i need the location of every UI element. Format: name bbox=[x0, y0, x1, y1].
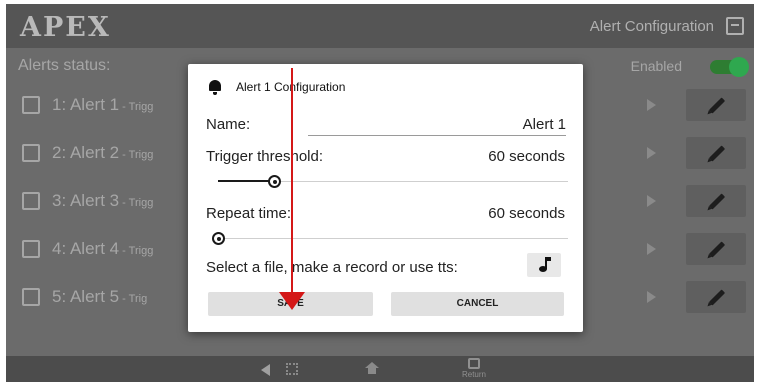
trigger-threshold-value: 60 seconds bbox=[488, 148, 565, 165]
bottom-nav-bar: Return bbox=[6, 356, 754, 382]
alert-checkbox[interactable] bbox=[22, 192, 40, 210]
return-button[interactable]: Return bbox=[454, 356, 494, 382]
slider-thumb[interactable] bbox=[212, 232, 225, 245]
slider-thumb[interactable] bbox=[268, 175, 281, 188]
alert-label: 3: Alert 3 - Trigg bbox=[52, 191, 154, 210]
select-file-prompt: Select a file, make a record or use tts: bbox=[206, 259, 458, 276]
enabled-label: Enabled bbox=[630, 58, 682, 74]
home-icon[interactable] bbox=[365, 362, 379, 374]
edit-button[interactable] bbox=[686, 89, 746, 121]
bell-icon bbox=[208, 80, 222, 95]
select-sound-button[interactable] bbox=[527, 253, 561, 277]
pencil-icon bbox=[708, 193, 726, 210]
cancel-button[interactable]: CANCEL bbox=[391, 292, 564, 316]
alert-label: 5: Alert 5 - Trig bbox=[52, 287, 148, 306]
pencil-icon bbox=[708, 289, 726, 306]
repeat-time-slider[interactable] bbox=[212, 232, 568, 246]
play-icon[interactable] bbox=[647, 147, 656, 159]
alert-label: 4: Alert 4 - Trigg bbox=[52, 239, 154, 258]
name-label: Name: bbox=[206, 116, 251, 133]
alert-checkbox[interactable] bbox=[22, 288, 40, 306]
music-note-icon bbox=[538, 257, 552, 273]
repeat-time-value: 60 seconds bbox=[488, 205, 565, 222]
back-icon[interactable] bbox=[261, 364, 270, 376]
edit-button[interactable] bbox=[686, 137, 746, 169]
repeat-time-label: Repeat time: bbox=[206, 205, 292, 222]
trigger-threshold-slider[interactable] bbox=[218, 175, 568, 189]
alert-config-dialog: Alert 1 Configuration Name: Trigger thre… bbox=[188, 64, 583, 332]
apps-icon[interactable] bbox=[286, 363, 298, 375]
play-icon[interactable] bbox=[647, 243, 656, 255]
return-label: Return bbox=[461, 370, 486, 379]
annotation-arrow-head bbox=[279, 292, 305, 310]
alerts-status-label: Alerts status: bbox=[18, 57, 111, 74]
annotation-arrow-line bbox=[291, 68, 293, 294]
alert-checkbox[interactable] bbox=[22, 144, 40, 162]
alert-checkbox[interactable] bbox=[22, 96, 40, 114]
edit-button[interactable] bbox=[686, 233, 746, 265]
slider-fill bbox=[218, 180, 274, 182]
pencil-icon bbox=[708, 241, 726, 258]
enabled-toggle[interactable] bbox=[710, 57, 749, 77]
apex-logo: APEX bbox=[20, 12, 111, 43]
exit-icon[interactable] bbox=[726, 17, 744, 35]
edit-button[interactable] bbox=[686, 185, 746, 217]
edit-button[interactable] bbox=[686, 281, 746, 313]
pencil-icon bbox=[708, 97, 726, 114]
page-title: Alert Configuration bbox=[589, 18, 714, 35]
alert-label: 1: Alert 1 - Trigg bbox=[52, 95, 154, 114]
play-icon[interactable] bbox=[647, 195, 656, 207]
return-icon bbox=[468, 358, 480, 369]
play-icon[interactable] bbox=[647, 99, 656, 111]
trigger-threshold-label: Trigger threshold: bbox=[206, 148, 323, 165]
toggle-knob bbox=[729, 57, 749, 77]
alert-checkbox[interactable] bbox=[22, 240, 40, 258]
alert-label: 2: Alert 2 - Trigg bbox=[52, 143, 154, 162]
pencil-icon bbox=[708, 145, 726, 162]
play-icon[interactable] bbox=[647, 291, 656, 303]
slider-track bbox=[218, 238, 568, 239]
name-input[interactable] bbox=[308, 114, 566, 136]
top-bar: APEX Alert Configuration bbox=[6, 4, 754, 48]
